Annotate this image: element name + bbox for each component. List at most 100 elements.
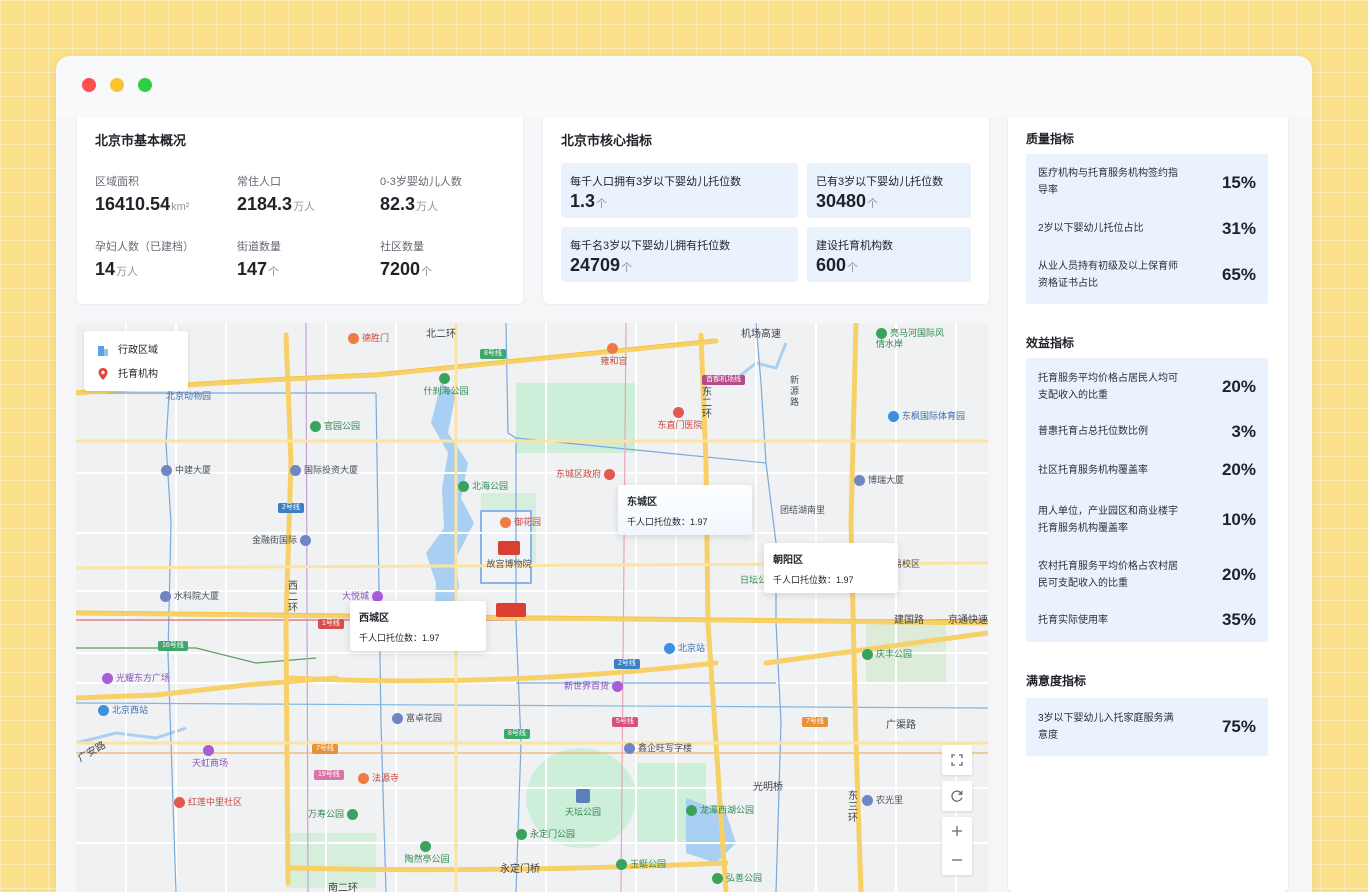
map-place[interactable]: 水科院大厦 [160, 589, 219, 603]
road-label: 东三环 [848, 791, 858, 824]
map-place[interactable]: 鑫企旺写字楼 [624, 741, 692, 755]
map-place[interactable]: 御花园 [500, 515, 541, 529]
district-tooltip-dongcheng[interactable]: 东城区 千人口托位数：1.97 [618, 485, 752, 535]
map-place[interactable]: 北海公园 [458, 479, 508, 493]
quality-list: 医疗机构与托育服务机构签约指导率 15% 2岁以下婴幼儿托位占比 31% 从业人… [1026, 154, 1268, 304]
stat-label: 常住人口 [237, 176, 281, 188]
building-icon [392, 713, 403, 725]
stat-unit: 个 [268, 266, 280, 278]
fullscreen-button[interactable] [942, 745, 972, 775]
map-place[interactable]: 东直门医院 [650, 407, 710, 431]
map-place[interactable]: 弘善公园 [712, 871, 762, 885]
map-place[interactable]: 雍和宫 [594, 343, 634, 367]
map-place[interactable]: 国际投资大厦 [290, 463, 358, 477]
zoom-buttons[interactable] [942, 817, 972, 875]
map-place[interactable]: 富卓花园 [392, 711, 442, 725]
metric-value: 75% [1221, 717, 1256, 736]
stat-unit: 万人 [416, 201, 439, 213]
poi-icon [348, 333, 359, 345]
legend-item-admin[interactable]: 行政区域 [96, 341, 158, 357]
map-place[interactable]: 新世界百货 [564, 679, 626, 693]
map-place[interactable]: 农光里 [862, 793, 903, 807]
kpi-value: 600 [816, 255, 847, 275]
kpi-label: 每千名3岁以下婴幼儿拥有托位数 [570, 240, 731, 252]
kpi-per-thousand-infants: 每千名3岁以下婴幼儿拥有托位数 24709个 [561, 227, 798, 282]
legend-item-childcare[interactable]: 托育机构 [96, 365, 158, 381]
map-place[interactable]: 博瑞大厦 [854, 473, 904, 487]
community-icon [174, 797, 185, 809]
park-icon [686, 805, 697, 817]
map-place[interactable]: 什刹海公园 [416, 373, 476, 397]
satisfaction-title: 满意度指标 [1026, 674, 1087, 688]
map-place[interactable]: 德胜门 [348, 331, 389, 345]
district-tooltip-xicheng[interactable]: 西城区 千人口托位数：1.97 [350, 601, 486, 651]
map-place[interactable]: 金融街国际 [252, 533, 314, 547]
quality-item: 医疗机构与托育服务机构签约指导率 15% [1026, 154, 1268, 210]
map-place[interactable]: 官园公园 [310, 419, 360, 433]
stat-infants: 0-3岁婴幼儿人数 82.3万人 [380, 173, 520, 215]
map-place[interactable]: 北京西站 [98, 703, 148, 717]
map-place[interactable]: 团结湖南里 [780, 503, 825, 516]
map-place[interactable]: 故宫博物院 [484, 541, 534, 570]
reset-view-button[interactable] [942, 781, 972, 811]
kpi-per-thousand: 每千人口拥有3岁以下婴幼儿托位数 1.3个 [561, 163, 798, 218]
satisfaction-item: 3岁以下婴幼儿入托家庭服务满意度 75% [1026, 698, 1268, 756]
road-label: 光明桥 [753, 782, 783, 793]
map-place[interactable]: 玉蜓公园 [616, 857, 666, 871]
map-place[interactable]: 陶然亭公园 [402, 841, 452, 865]
district-tooltip-chaoyang[interactable]: 朝阳区 千人口托位数：1.97 [764, 543, 898, 593]
building-icon [624, 743, 635, 755]
road-label: 建国路 [894, 615, 924, 626]
satisfaction-list: 3岁以下婴幼儿入托家庭服务满意度 75% [1026, 698, 1268, 756]
benefit-title: 效益指标 [1026, 336, 1075, 350]
metric-value: 10% [1221, 510, 1256, 529]
stat-label: 0-3岁婴幼儿人数 [380, 176, 462, 188]
district-name: 朝阳区 [773, 555, 803, 566]
kpi-unit: 个 [847, 262, 859, 274]
map-place[interactable]: 龙潭西湖公园 [686, 803, 754, 817]
close-window-button[interactable] [82, 78, 96, 92]
overview-title: 北京市基本概况 [95, 133, 187, 148]
kpi-existing-places: 已有3岁以下婴幼儿托位数 30480个 [807, 163, 971, 218]
metric-value: 31% [1221, 219, 1256, 238]
map-place[interactable]: 光耀东方广场 [102, 671, 170, 685]
map-place[interactable]: 东枫国际体育园 [888, 409, 965, 423]
garden-icon [500, 517, 511, 529]
quality-title: 质量指标 [1026, 132, 1075, 146]
stat-value: 147 [237, 259, 268, 279]
core-title: 北京市核心指标 [561, 133, 653, 148]
map-place[interactable]: 万寿公园 [308, 807, 361, 821]
benefit-item: 农村托育服务平均价格占农村居民可支配收入的比重 20% [1026, 550, 1268, 606]
stat-population: 常住人口 2184.3万人 [237, 173, 377, 215]
quality-item: 2岁以下婴幼儿托位占比 31% [1026, 210, 1268, 248]
core-indicators-card: 北京市核心指标 每千人口拥有3岁以下婴幼儿托位数 1.3个 已有3岁以下婴幼儿托… [542, 118, 990, 305]
map-place[interactable]: 北京站 [664, 641, 705, 655]
map-place[interactable]: 红莲中里社区 [174, 795, 242, 809]
district-value: 千人口托位数：1.97 [773, 575, 854, 585]
subway-line-tag: 16号线 [158, 641, 188, 651]
district-map[interactable]: 北二环 机场高速 建国路 京通快速 广渠路 永定门桥 广安路 光明桥 南二环 东… [76, 323, 988, 892]
map-place[interactable]: 中建大厦 [161, 463, 211, 477]
metric-label: 医疗机构与托育服务机构签约指导率 [1038, 168, 1178, 196]
map-place[interactable]: 法源寺 [358, 771, 399, 785]
stat-unit: km² [171, 201, 190, 213]
zoom-in-icon[interactable] [952, 826, 962, 836]
minimize-window-button[interactable] [110, 78, 124, 92]
maximize-window-button[interactable] [138, 78, 152, 92]
map-place[interactable]: 东城区政府 [556, 467, 618, 481]
map-place[interactable]: 天虹商场 [190, 745, 230, 769]
map-place[interactable]: 永定门公园 [516, 827, 575, 841]
stat-streets: 街道数量 147个 [237, 238, 377, 280]
map-place[interactable]: 亮马河国际风情水岸 [876, 328, 946, 350]
kpi-institutions: 建设托育机构数 600个 [807, 227, 971, 282]
map-place[interactable]: 天坛公园 [562, 789, 604, 818]
location-pin-icon [98, 368, 108, 381]
metric-label: 2岁以下婴幼儿托位占比 [1038, 223, 1144, 234]
subway-line-tag: 8号线 [504, 729, 530, 739]
map-place[interactable]: 庆丰公园 [862, 647, 912, 661]
kpi-unit: 个 [621, 262, 633, 274]
building-icon [290, 465, 301, 477]
subway-line-tag: 1号线 [318, 619, 344, 629]
stat-area: 区域面积 16410.54km² [95, 173, 235, 215]
stat-unit: 万人 [293, 201, 316, 213]
